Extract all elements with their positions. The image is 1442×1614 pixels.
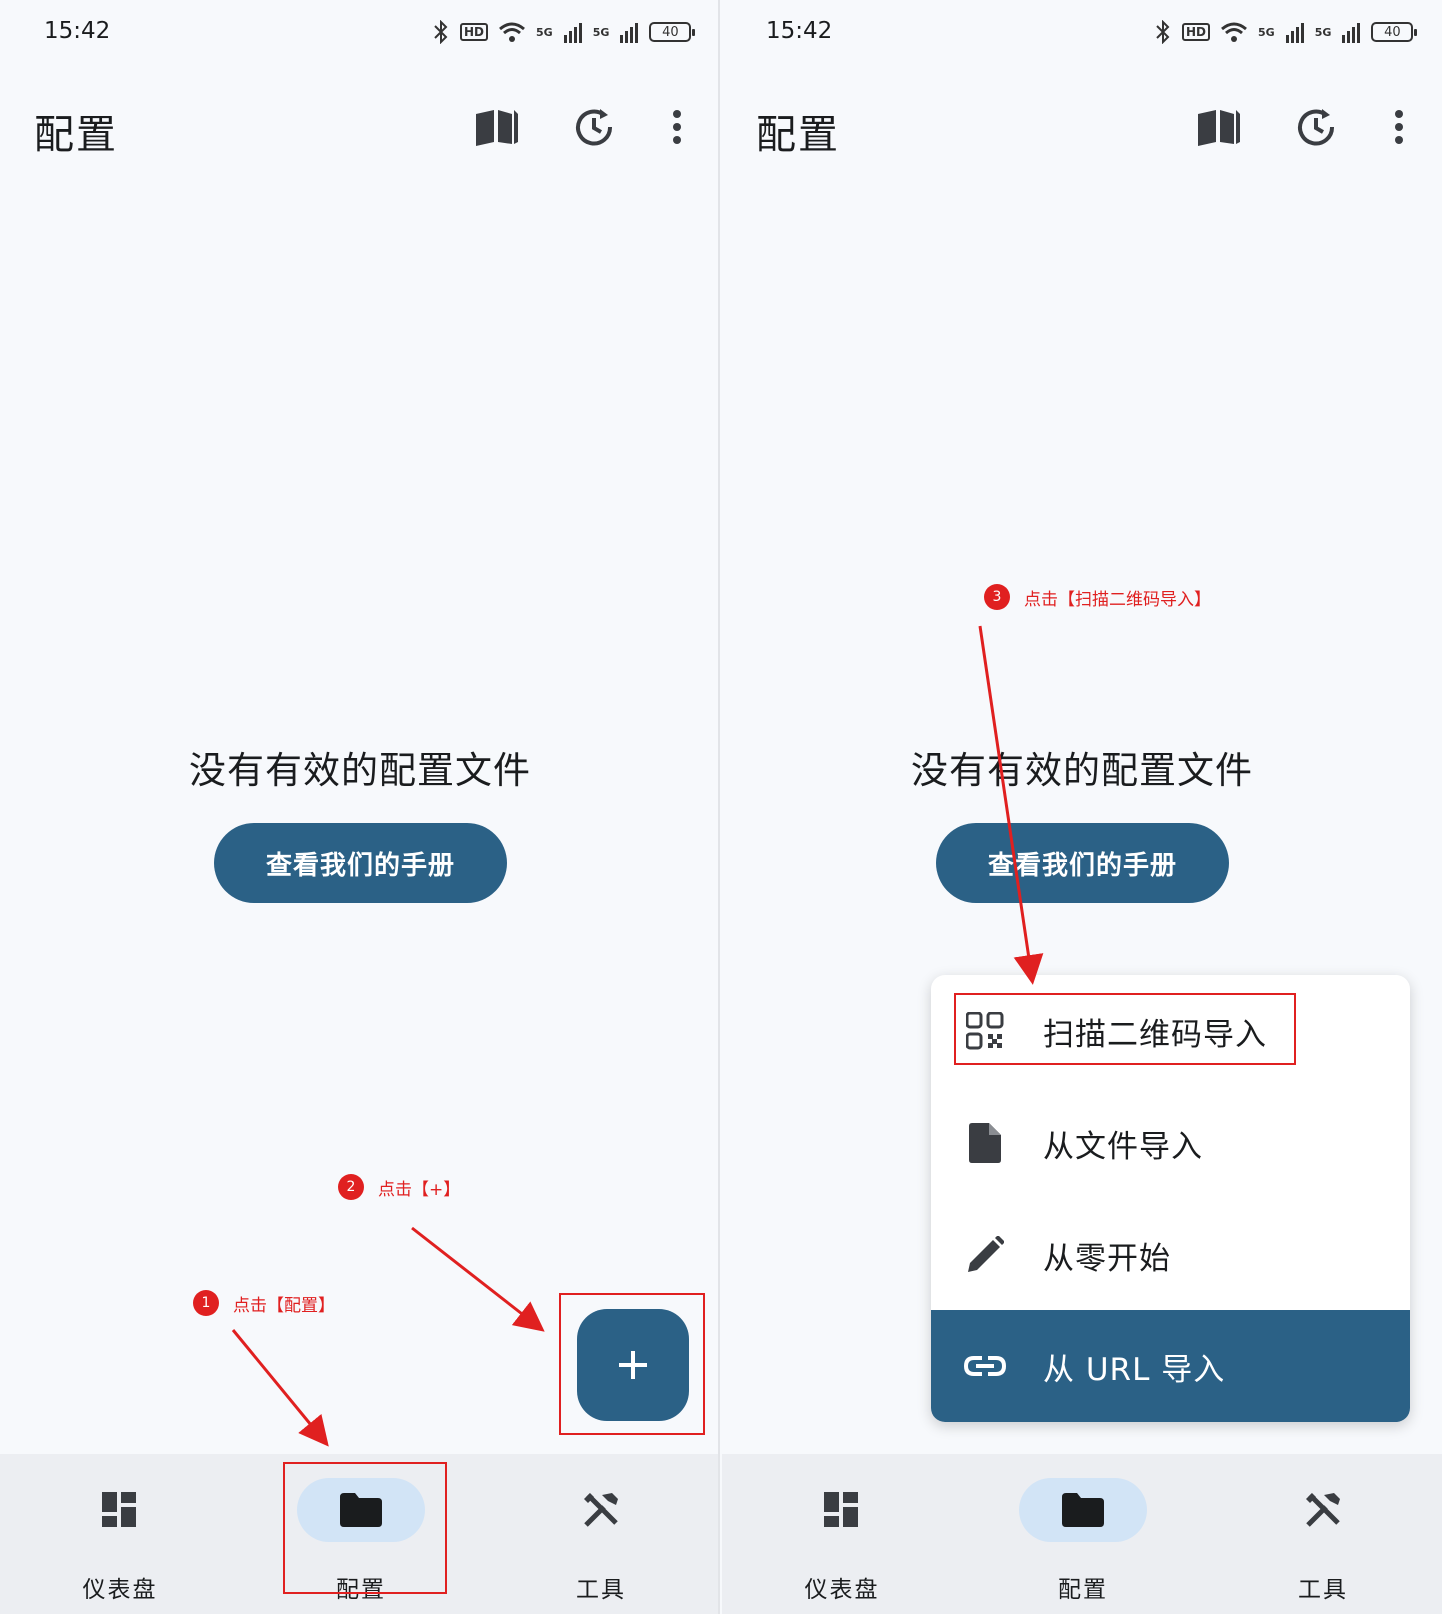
bluetooth-icon	[1156, 20, 1170, 44]
book-icon	[1198, 110, 1240, 146]
status-icons: HD 5G 5G 40	[1154, 20, 1418, 44]
nav-label-dashboard: 仪表盘	[82, 1577, 158, 1603]
nav-item-config[interactable]: 配置	[1003, 1454, 1163, 1614]
annotation-highlight-config	[283, 1462, 447, 1594]
folder-icon	[1062, 1493, 1104, 1527]
wifi-icon	[1221, 22, 1247, 42]
more-vert-icon	[673, 110, 681, 144]
manual-button[interactable]	[1194, 102, 1244, 152]
signal-1-icon	[1285, 23, 1304, 43]
history-button[interactable]	[569, 102, 619, 152]
more-button[interactable]	[1374, 102, 1424, 152]
tools-icon	[1306, 1493, 1340, 1527]
right-screen: 15:42 HD 5G 5G 40 配置 没有有效的配置文件 查看我们的手册 扫…	[722, 0, 1442, 1614]
status-time: 15:42	[766, 18, 833, 44]
dashboard-icon	[824, 1492, 858, 1527]
link-icon	[963, 1344, 1007, 1388]
annotation-number: 1	[193, 1290, 219, 1316]
left-screen: 15:42 HD 5G 5G 40 配置 没有有效的配置文件 查看我们的手册 仪…	[0, 0, 720, 1614]
dashboard-icon	[102, 1492, 136, 1527]
menu-item-label: 从零开始	[1043, 1240, 1171, 1277]
more-button[interactable]	[652, 102, 702, 152]
signal-2-icon	[1342, 23, 1361, 43]
bottom-nav: 仪表盘 配置 工具	[722, 1454, 1442, 1614]
hd-icon: HD	[1182, 23, 1211, 41]
nav-item-tools[interactable]: 工具	[1243, 1454, 1403, 1614]
menu-item-label: 从 URL 导入	[1043, 1351, 1226, 1388]
history-icon	[576, 109, 613, 146]
annotation-text: 点击【+】	[378, 1179, 461, 1200]
signal-2-label: 5G	[592, 25, 610, 39]
nav-pill	[56, 1478, 184, 1542]
signal-1-label: 5G	[536, 25, 553, 39]
top-actions	[722, 102, 1442, 152]
book-icon	[476, 110, 518, 146]
annotation-highlight-fab	[559, 1293, 705, 1435]
status-bar: 15:42 HD 5G 5G 40	[722, 0, 1442, 66]
annotation-number: 3	[984, 584, 1010, 610]
annotation-step-1: 1 点击【配置】	[193, 1290, 335, 1316]
nav-pill	[537, 1478, 665, 1542]
wifi-icon	[499, 22, 525, 42]
empty-state-title: 没有有效的配置文件	[189, 749, 531, 792]
nav-pill	[778, 1478, 906, 1542]
view-manual-button[interactable]: 查看我们的手册	[214, 823, 507, 903]
nav-item-dashboard[interactable]: 仪表盘	[40, 1454, 200, 1614]
top-actions	[0, 102, 718, 152]
pencil-icon	[963, 1233, 1007, 1277]
nav-label-tools: 工具	[1298, 1577, 1348, 1603]
nav-item-tools[interactable]: 工具	[521, 1454, 681, 1614]
nav-label-tools: 工具	[576, 1577, 626, 1603]
file-icon	[963, 1121, 1007, 1165]
nav-pill-active	[1019, 1478, 1147, 1542]
menu-item-import-url[interactable]: 从 URL 导入	[931, 1310, 1410, 1422]
signal-1-icon	[563, 23, 582, 43]
hd-icon: HD	[460, 23, 489, 41]
bluetooth-icon	[434, 20, 448, 44]
history-icon	[1298, 109, 1335, 146]
nav-label-config: 配置	[1058, 1577, 1108, 1603]
battery-icon: 40	[649, 22, 696, 42]
signal-2-label: 5G	[1314, 25, 1332, 39]
signal-1-label: 5G	[1258, 25, 1275, 39]
annotation-step-3: 3 点击【扫描二维码导入】	[984, 584, 1211, 610]
annotation-step-2: 2 点击【+】	[338, 1174, 460, 1200]
empty-state-title: 没有有效的配置文件	[911, 749, 1253, 792]
status-bar: 15:42 HD 5G 5G 40	[0, 0, 718, 66]
menu-item-label: 从文件导入	[1043, 1128, 1203, 1165]
signal-2-icon	[620, 23, 639, 43]
history-button[interactable]	[1291, 102, 1341, 152]
more-vert-icon	[1395, 110, 1403, 144]
annotation-text: 点击【配置】	[233, 1295, 335, 1316]
tools-icon	[584, 1493, 618, 1527]
status-icons: HD 5G 5G 40	[432, 20, 696, 44]
annotation-text: 点击【扫描二维码导入】	[1024, 589, 1211, 610]
manual-button[interactable]	[472, 102, 522, 152]
nav-item-dashboard[interactable]: 仪表盘	[762, 1454, 922, 1614]
menu-item-import-file[interactable]: 从文件导入	[931, 1087, 1410, 1199]
view-manual-button[interactable]: 查看我们的手册	[936, 823, 1229, 903]
screenshot-stage: 15:42 HD 5G 5G 40 配置 没有有效的配置文件 查看我们的手册 仪…	[0, 0, 1442, 1614]
nav-pill	[1259, 1478, 1387, 1542]
annotation-highlight-scan-qr	[954, 993, 1296, 1065]
annotation-number: 2	[338, 1174, 364, 1200]
menu-item-from-scratch[interactable]: 从零开始	[931, 1199, 1410, 1311]
status-time: 15:42	[44, 18, 111, 44]
nav-label-dashboard: 仪表盘	[804, 1577, 880, 1603]
battery-icon: 40	[1371, 22, 1418, 42]
